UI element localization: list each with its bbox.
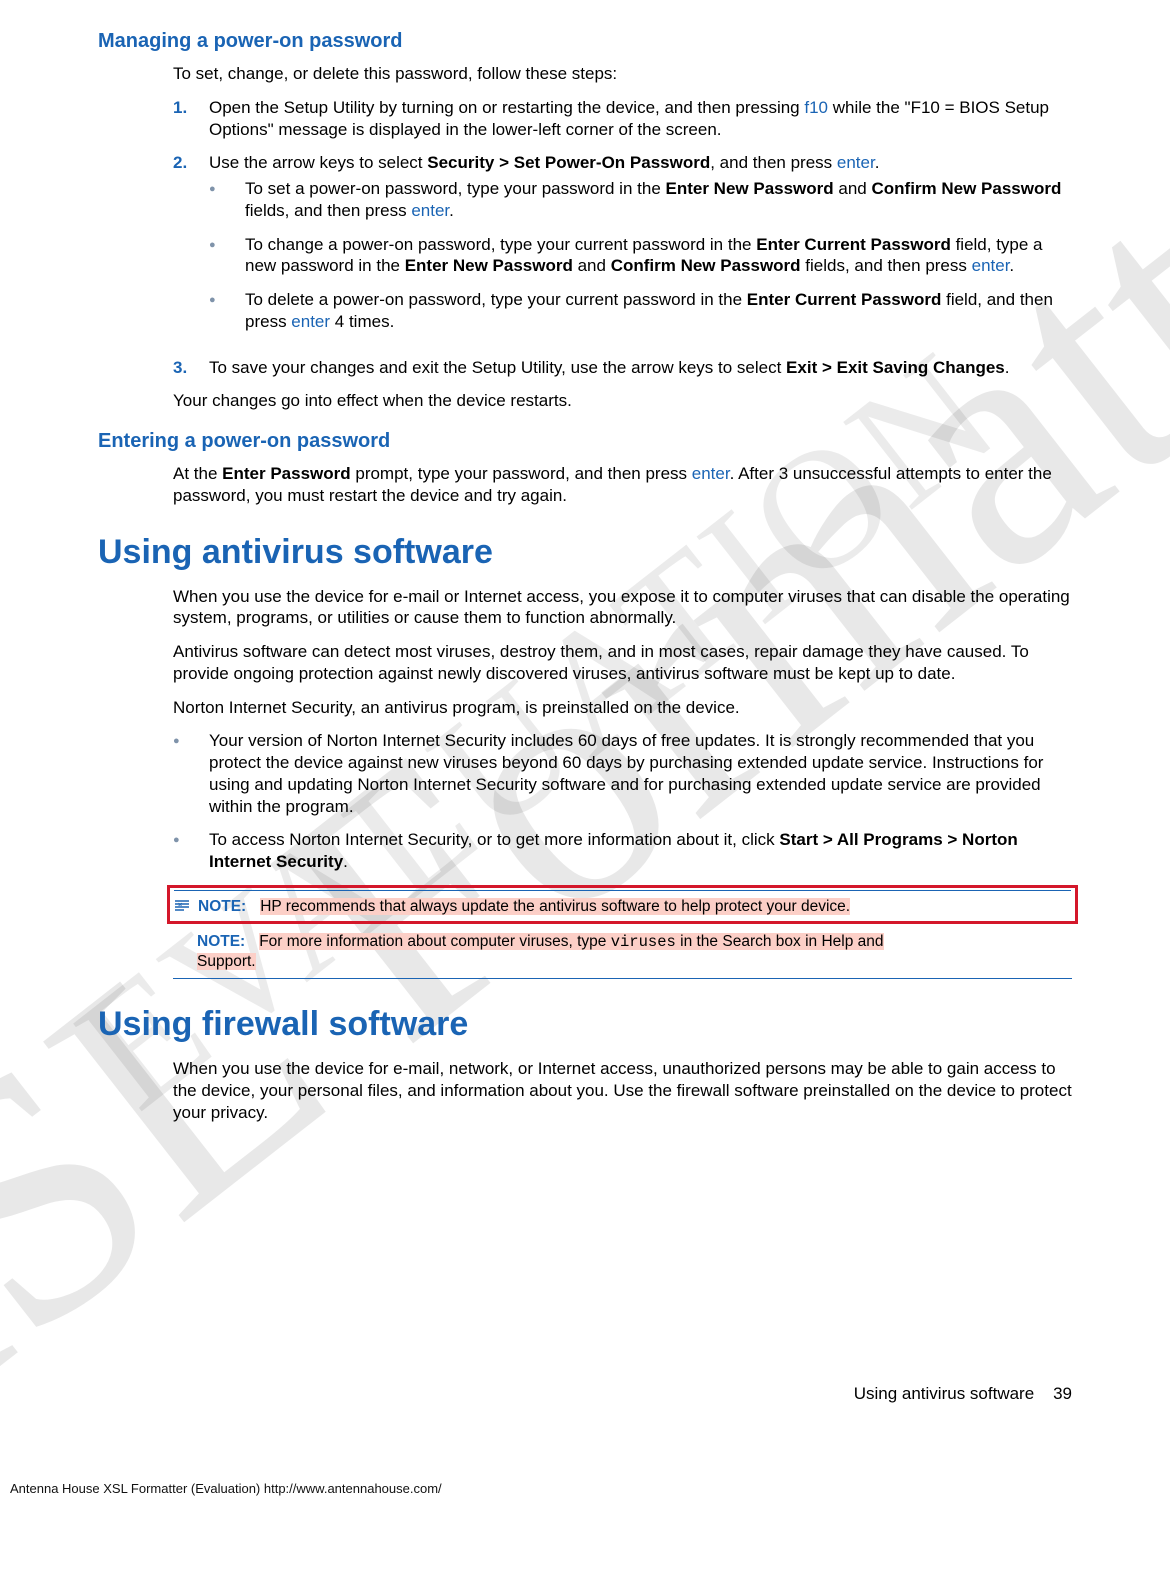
- antivirus-p3: Norton Internet Security, an antivirus p…: [173, 697, 1072, 719]
- note-highlight-box: NOTE:HP recommends that always update th…: [167, 885, 1078, 924]
- step-text: Open the Setup Utility by turning on or …: [209, 97, 1072, 141]
- step-1: 1. Open the Setup Utility by turning on …: [173, 97, 1072, 141]
- key-enter: enter: [692, 464, 730, 483]
- step-2: 2. Use the arrow keys to select Security…: [173, 152, 1072, 344]
- step-number: 1.: [173, 97, 209, 141]
- step-3: 3. To save your changes and exit the Set…: [173, 357, 1072, 379]
- firewall-p1: When you use the device for e-mail, netw…: [173, 1058, 1072, 1123]
- code-viruses: viruses: [611, 933, 676, 951]
- list-item: Your version of Norton Internet Security…: [173, 730, 1072, 817]
- substep-set: To set a power-on password, type your pa…: [209, 178, 1072, 222]
- key-enter: enter: [837, 153, 875, 172]
- note-box-2: NOTE:For more information about computer…: [173, 926, 1072, 980]
- footer-right: Using antivirus software 39: [854, 1384, 1072, 1404]
- step-number: 2.: [173, 152, 209, 344]
- antivirus-bullets: Your version of Norton Internet Security…: [173, 730, 1072, 873]
- key-enter: enter: [411, 201, 449, 220]
- key-f10: f10: [804, 98, 828, 117]
- note-icon-spacer: [173, 932, 197, 973]
- step-text: To save your changes and exit the Setup …: [209, 357, 1072, 379]
- step-number: 3.: [173, 357, 209, 379]
- step-text: Use the arrow keys to select Security > …: [209, 152, 1072, 344]
- note-row: NOTE:For more information about computer…: [173, 932, 1072, 973]
- antivirus-p2: Antivirus software can detect most virus…: [173, 641, 1072, 685]
- footer-left: Antenna House XSL Formatter (Evaluation)…: [10, 1481, 442, 1496]
- list-item: To access Norton Internet Security, or t…: [173, 829, 1072, 873]
- note-row: NOTE:HP recommends that always update th…: [174, 897, 1071, 917]
- substep-delete: To delete a power-on password, type your…: [209, 289, 1072, 333]
- note-text: HP recommends that always update the ant…: [260, 898, 850, 915]
- note-label: NOTE:: [198, 898, 260, 915]
- note-icon: [174, 897, 198, 917]
- heading-managing-power-on: Managing a power-on password: [98, 30, 1072, 53]
- key-enter: enter: [972, 256, 1010, 275]
- note-label: NOTE:: [197, 933, 259, 950]
- heading-antivirus: Using antivirus software: [98, 533, 1072, 572]
- antivirus-p1: When you use the device for e-mail or In…: [173, 586, 1072, 630]
- enter-password-text: At the Enter Password prompt, type your …: [173, 463, 1072, 507]
- key-enter: enter: [291, 312, 330, 331]
- intro-text: To set, change, or delete this password,…: [173, 63, 1072, 85]
- page-number: 39: [1053, 1384, 1072, 1403]
- substep-change: To change a power-on password, type your…: [209, 234, 1072, 278]
- outro-text: Your changes go into effect when the dev…: [173, 390, 1072, 412]
- steps-list: 1. Open the Setup Utility by turning on …: [173, 97, 1072, 379]
- heading-firewall: Using firewall software: [98, 1005, 1072, 1044]
- heading-entering-power-on: Entering a power-on password: [98, 430, 1072, 453]
- substeps-list: To set a power-on password, type your pa…: [209, 178, 1072, 333]
- note-text-part: For more information about computer viru…: [259, 933, 883, 950]
